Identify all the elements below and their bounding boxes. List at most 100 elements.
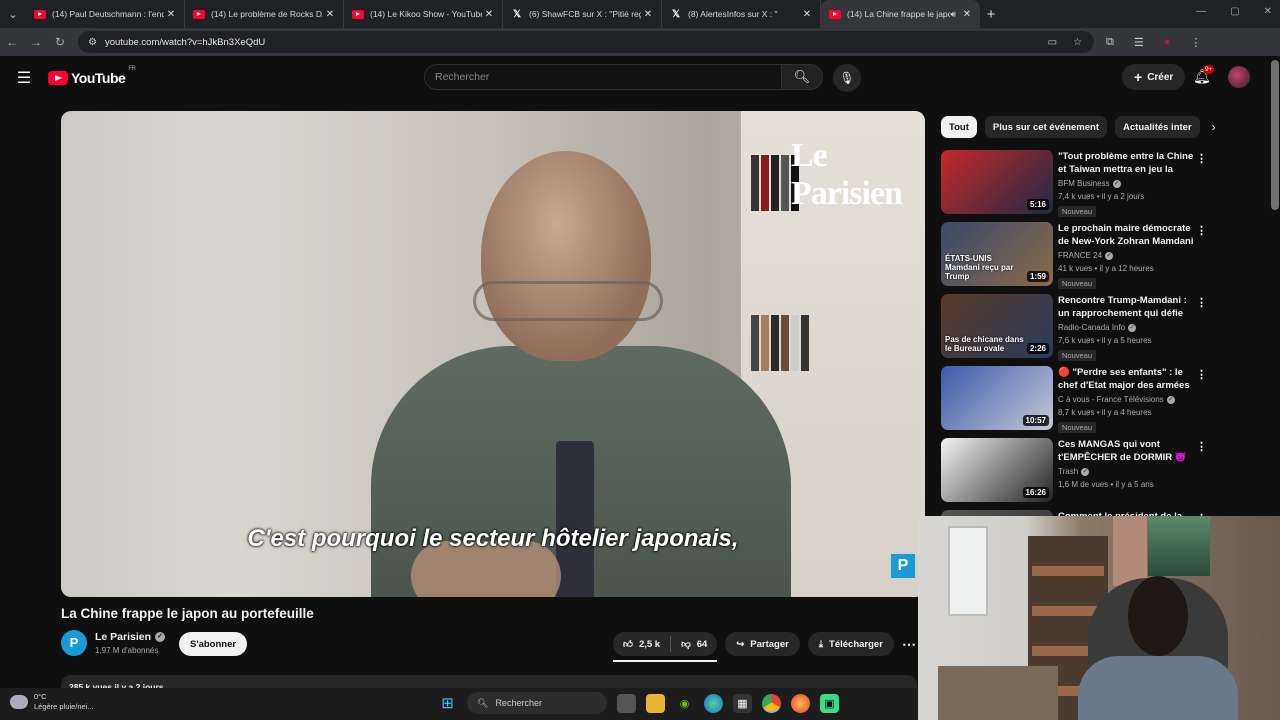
audio-playing-icon[interactable]: 🔊︎ — [950, 9, 956, 20]
region-code: FR — [128, 66, 136, 72]
video-thumbnail[interactable]: 16:26 — [941, 438, 1053, 502]
more-options-icon[interactable]: ⋮ — [1196, 296, 1207, 309]
site-info-icon[interactable]: ⚙ — [88, 37, 97, 48]
browser-tab[interactable]: (14) La Chine frappe le japo 🔊︎ ✕ — [821, 0, 980, 28]
cast-icon[interactable]: ▭ — [1048, 37, 1057, 48]
chrome-icon[interactable] — [762, 693, 781, 713]
maximize-icon[interactable]: ▢ — [1230, 6, 1239, 17]
recommended-video[interactable]: 10:57 🔴 "Perdre ses enfants" : le chef d'… — [941, 366, 1213, 438]
filter-chip[interactable]: Plus sur cet événement — [984, 116, 1108, 138]
reload-icon[interactable]: ↻ — [48, 35, 72, 49]
firefox-icon[interactable] — [791, 693, 810, 713]
recommended-channel[interactable]: BFM Business — [1058, 179, 1110, 188]
recommended-title[interactable]: Rencontre Trump-Mamdani : un rapprocheme… — [1058, 294, 1196, 320]
filter-chip[interactable]: Actualités inter — [1115, 116, 1200, 138]
edge-icon[interactable] — [704, 693, 723, 713]
weather-widget[interactable]: 0°C Légère pluie/nei... — [10, 692, 94, 712]
video-thumbnail[interactable]: 5:16 — [941, 150, 1053, 214]
share-icon: ↪ — [736, 638, 745, 650]
youtube-logo[interactable]: YouTube FR — [48, 66, 136, 86]
recommended-video[interactable]: 16:26 Ces MANGAS qui vont t'EMPÊCHER de D… — [941, 438, 1213, 510]
close-tab-icon[interactable]: ✕ — [323, 9, 337, 20]
chevron-right-icon[interactable]: › — [1212, 120, 1216, 134]
filter-chips: Tout Plus sur cet événement Actualités int… — [941, 116, 1216, 138]
filter-chip[interactable]: Tout — [941, 116, 977, 138]
minimize-icon[interactable]: — — [1196, 6, 1206, 17]
browser-tab-bar: ⌄ (14) Paul Deutschmann : l'enqu ✕ (14) Le… — [0, 0, 1280, 28]
recommended-channel[interactable]: C à vous - France Télévisions — [1058, 395, 1164, 404]
download-button[interactable]: ⤓ Télécharger — [807, 632, 894, 656]
recommended-title[interactable]: 🔴 "Perdre ses enfants" : le chef d'Etat … — [1058, 366, 1196, 392]
browser-tab[interactable]: (14) Le problème de Rocks D. X ✕ — [185, 0, 344, 28]
browser-tab[interactable]: 𝕏 (8) AlertesInfos sur X : " ✕ — [662, 0, 821, 28]
video-thumbnail[interactable]: 10:57 — [941, 366, 1053, 430]
back-icon[interactable]: ← — [0, 35, 24, 49]
recommended-channel[interactable]: Trash — [1058, 467, 1078, 476]
more-actions-icon[interactable]: ⋯ — [902, 636, 916, 653]
tab-title: (14) Paul Deutschmann : l'enqu — [52, 9, 164, 19]
dislike-button[interactable]: 👎︎ 64 — [671, 638, 717, 651]
channel-corner-logo: P — [891, 554, 915, 578]
more-options-icon[interactable]: ⋮ — [1196, 368, 1207, 381]
reading-list-icon[interactable]: ☰ — [1134, 36, 1144, 49]
new-badge: Nouveau — [1058, 278, 1097, 289]
more-options-icon[interactable]: ⋮ — [1196, 152, 1207, 165]
file-explorer-icon[interactable] — [646, 693, 665, 713]
new-tab-button[interactable]: + — [980, 6, 1002, 23]
browser-tab[interactable]: (14) Le Kikoo Show - YouTube ✕ — [344, 0, 503, 28]
video-thumbnail[interactable]: ÉTATS-UNIS Mamdani reçu par Trump 1:59 — [941, 222, 1053, 286]
share-button[interactable]: ↪ Partager — [725, 632, 800, 656]
share-label: Partager — [750, 638, 789, 650]
close-tab-icon[interactable]: ✕ — [164, 9, 178, 20]
browser-tab[interactable]: (14) Paul Deutschmann : l'enqu ✕ — [26, 0, 185, 28]
browser-tab[interactable]: 𝕏 (6) ShawFCB sur X : "Pitié regar ✕ — [503, 0, 662, 28]
hamburger-menu-icon[interactable]: ☰ — [0, 68, 48, 88]
url-field[interactable]: ⚙ youtube.com/watch?v=hJkBn3XeQdU ▭ ☆ — [78, 31, 1094, 53]
video-thumbnail[interactable]: Pas de chicane dans le Bureau ovale 2:26 — [941, 294, 1053, 358]
account-avatar[interactable] — [1228, 66, 1250, 88]
search-input[interactable]: Rechercher — [424, 64, 782, 90]
voice-search-button[interactable]: 🎙︎ — [833, 64, 861, 92]
like-button[interactable]: 👍︎ 2,5 k — [613, 638, 670, 651]
more-options-icon[interactable]: ⋮ — [1196, 440, 1207, 453]
nvidia-icon[interactable]: ◉ — [675, 694, 694, 713]
bookmark-star-icon[interactable]: ☆ — [1073, 37, 1082, 48]
taskbar-search[interactable]: 🔍︎ Rechercher — [467, 692, 607, 714]
logo-text: YouTube — [71, 70, 126, 86]
recommended-channel[interactable]: FRANCE 24 — [1058, 251, 1102, 260]
microphone-icon: 🎙︎ — [839, 71, 855, 85]
close-tab-icon[interactable]: ✕ — [800, 9, 814, 20]
recommended-title[interactable]: "Tout problème entre la Chine et Taiwan … — [1058, 150, 1196, 176]
recommended-video[interactable]: Pas de chicane dans le Bureau ovale 2:26 R… — [941, 294, 1213, 366]
windows-start-icon[interactable]: ⊞ — [438, 694, 457, 713]
channel-avatar[interactable]: P — [61, 630, 87, 656]
task-view-icon[interactable] — [617, 693, 636, 713]
subscribe-button[interactable]: S'abonner — [179, 632, 248, 656]
view-count-age: 41 k vues • il y a 12 heures — [1058, 264, 1154, 273]
close-tab-icon[interactable]: ✕ — [482, 9, 496, 20]
recommended-channel[interactable]: Radio-Canada Info — [1058, 323, 1125, 332]
channel-name[interactable]: Le Parisien — [95, 631, 151, 643]
forward-icon[interactable]: → — [24, 35, 48, 49]
create-button[interactable]: + Créer — [1122, 64, 1186, 90]
close-window-icon[interactable]: ✕ — [1264, 6, 1272, 17]
tab-strip: (14) Paul Deutschmann : l'enqu ✕ (14) Le p… — [26, 0, 980, 28]
tab-search-icon[interactable]: ⌄ — [0, 0, 26, 28]
profile-icon[interactable]: ● — [1164, 36, 1171, 48]
recommended-title[interactable]: Le prochain maire démocrate de New-York … — [1058, 222, 1196, 248]
recommended-video[interactable]: ÉTATS-UNIS Mamdani reçu par Trump 1:59 Le … — [941, 222, 1213, 294]
close-tab-icon[interactable]: ✕ — [960, 9, 974, 20]
recommended-video[interactable]: 5:16 "Tout problème entre la Chine et Tai… — [941, 150, 1213, 222]
search-icon: 🔍︎ — [793, 69, 811, 84]
store-icon[interactable]: ▦ — [733, 693, 752, 713]
recommended-title[interactable]: Ces MANGAS qui vont t'EMPÊCHER de DORMIR… — [1058, 438, 1196, 464]
video-player[interactable]: Le Parisien C'est pourquoi le secteur hô… — [61, 111, 925, 597]
page-scrollbar[interactable] — [1271, 60, 1279, 210]
app-icon[interactable]: ▣ — [820, 693, 839, 713]
more-options-icon[interactable]: ⋮ — [1196, 224, 1207, 237]
notification-count-badge: 9+ — [1203, 65, 1215, 74]
search-button[interactable]: 🔍︎ — [781, 64, 823, 90]
extensions-icon[interactable]: ⧉ — [1106, 36, 1114, 49]
close-tab-icon[interactable]: ✕ — [641, 9, 655, 20]
browser-menu-icon[interactable]: ⋮ — [1190, 36, 1201, 49]
